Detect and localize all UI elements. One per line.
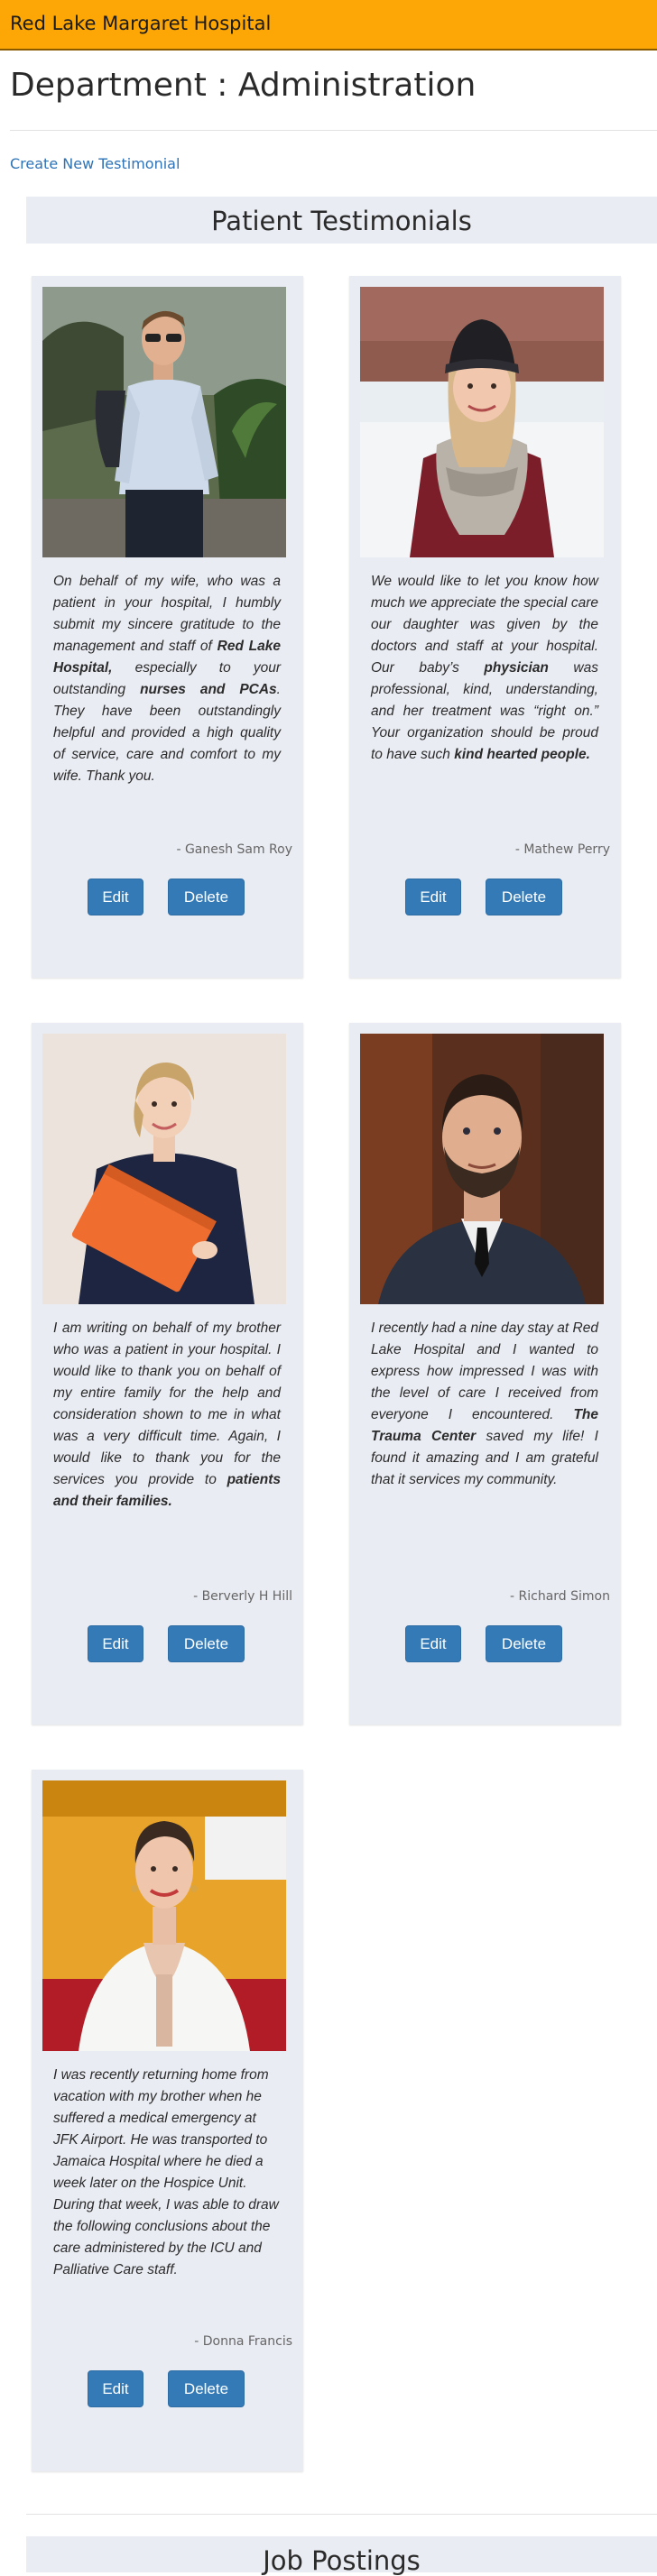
testimonials-heading-band: Patient Testimonials [26, 197, 657, 244]
testimonial-author: - Berverly H Hill [193, 1589, 292, 1604]
woman-holding-orange-folder-photo [42, 1034, 286, 1304]
job-postings-heading: Job Postings [263, 2545, 421, 2576]
delete-button[interactable]: Delete [168, 879, 245, 915]
testimonial-author: - Richard Simon [510, 1589, 610, 1604]
divider [26, 2514, 657, 2515]
edit-button[interactable]: Edit [405, 1625, 461, 1662]
testimonial-text: I was recently returning home from vacat… [53, 2067, 279, 2277]
testimonial-text: We would like to let you know how much w… [371, 574, 598, 762]
top-navbar: Red Lake Margaret Hospital [0, 0, 657, 51]
testimonial-photo [42, 1034, 286, 1304]
delete-button[interactable]: Delete [168, 1625, 245, 1662]
testimonials-heading: Patient Testimonials [211, 206, 472, 236]
edit-button[interactable]: Edit [88, 1625, 143, 1662]
hospital-brand[interactable]: Red Lake Margaret Hospital [10, 13, 271, 34]
divider [10, 130, 657, 131]
testimonial-text: On behalf of my wife, who was a patient … [53, 574, 282, 784]
man-in-light-blue-shirt-photo [42, 287, 286, 557]
job-postings-heading-band: Job Postings [26, 2536, 657, 2576]
edit-button[interactable]: Edit [405, 879, 461, 915]
testimonial-card: We would like to let you know how much w… [349, 276, 621, 978]
edit-button[interactable]: Edit [88, 879, 143, 915]
bearded-man-in-suit-photo [360, 1034, 604, 1304]
testimonial-author: - Ganesh Sam Roy [176, 842, 292, 857]
testimonial-card: I recently had a nine day stay at Red La… [349, 1023, 621, 1725]
testimonial-photo [42, 287, 286, 557]
testimonial-photo [360, 287, 604, 557]
delete-button[interactable]: Delete [168, 2370, 245, 2407]
delete-button[interactable]: Delete [486, 879, 562, 915]
testimonial-card: On behalf of my wife, who was a patient … [32, 276, 303, 978]
testimonial-card: I was recently returning home from vacat… [32, 1770, 303, 2471]
testimonial-card: I am writing on behalf of my brother who… [32, 1023, 303, 1725]
woman-in-white-dress-photo [42, 1780, 286, 2051]
testimonial-photo [360, 1034, 604, 1304]
testimonial-author: - Mathew Perry [514, 842, 610, 857]
create-testimonial-link[interactable]: Create New Testimonial [10, 155, 180, 172]
testimonial-photo [42, 1780, 286, 2051]
testimonial-text: I recently had a nine day stay at Red La… [371, 1320, 598, 1487]
testimonial-author: - Donna Francis [194, 2334, 292, 2349]
testimonial-text: I am writing on behalf of my brother who… [53, 1320, 281, 1509]
edit-button[interactable]: Edit [88, 2370, 143, 2407]
page-title: Department : Administration [10, 67, 477, 104]
woman-in-winter-beanie-photo [360, 287, 604, 557]
delete-button[interactable]: Delete [486, 1625, 562, 1662]
